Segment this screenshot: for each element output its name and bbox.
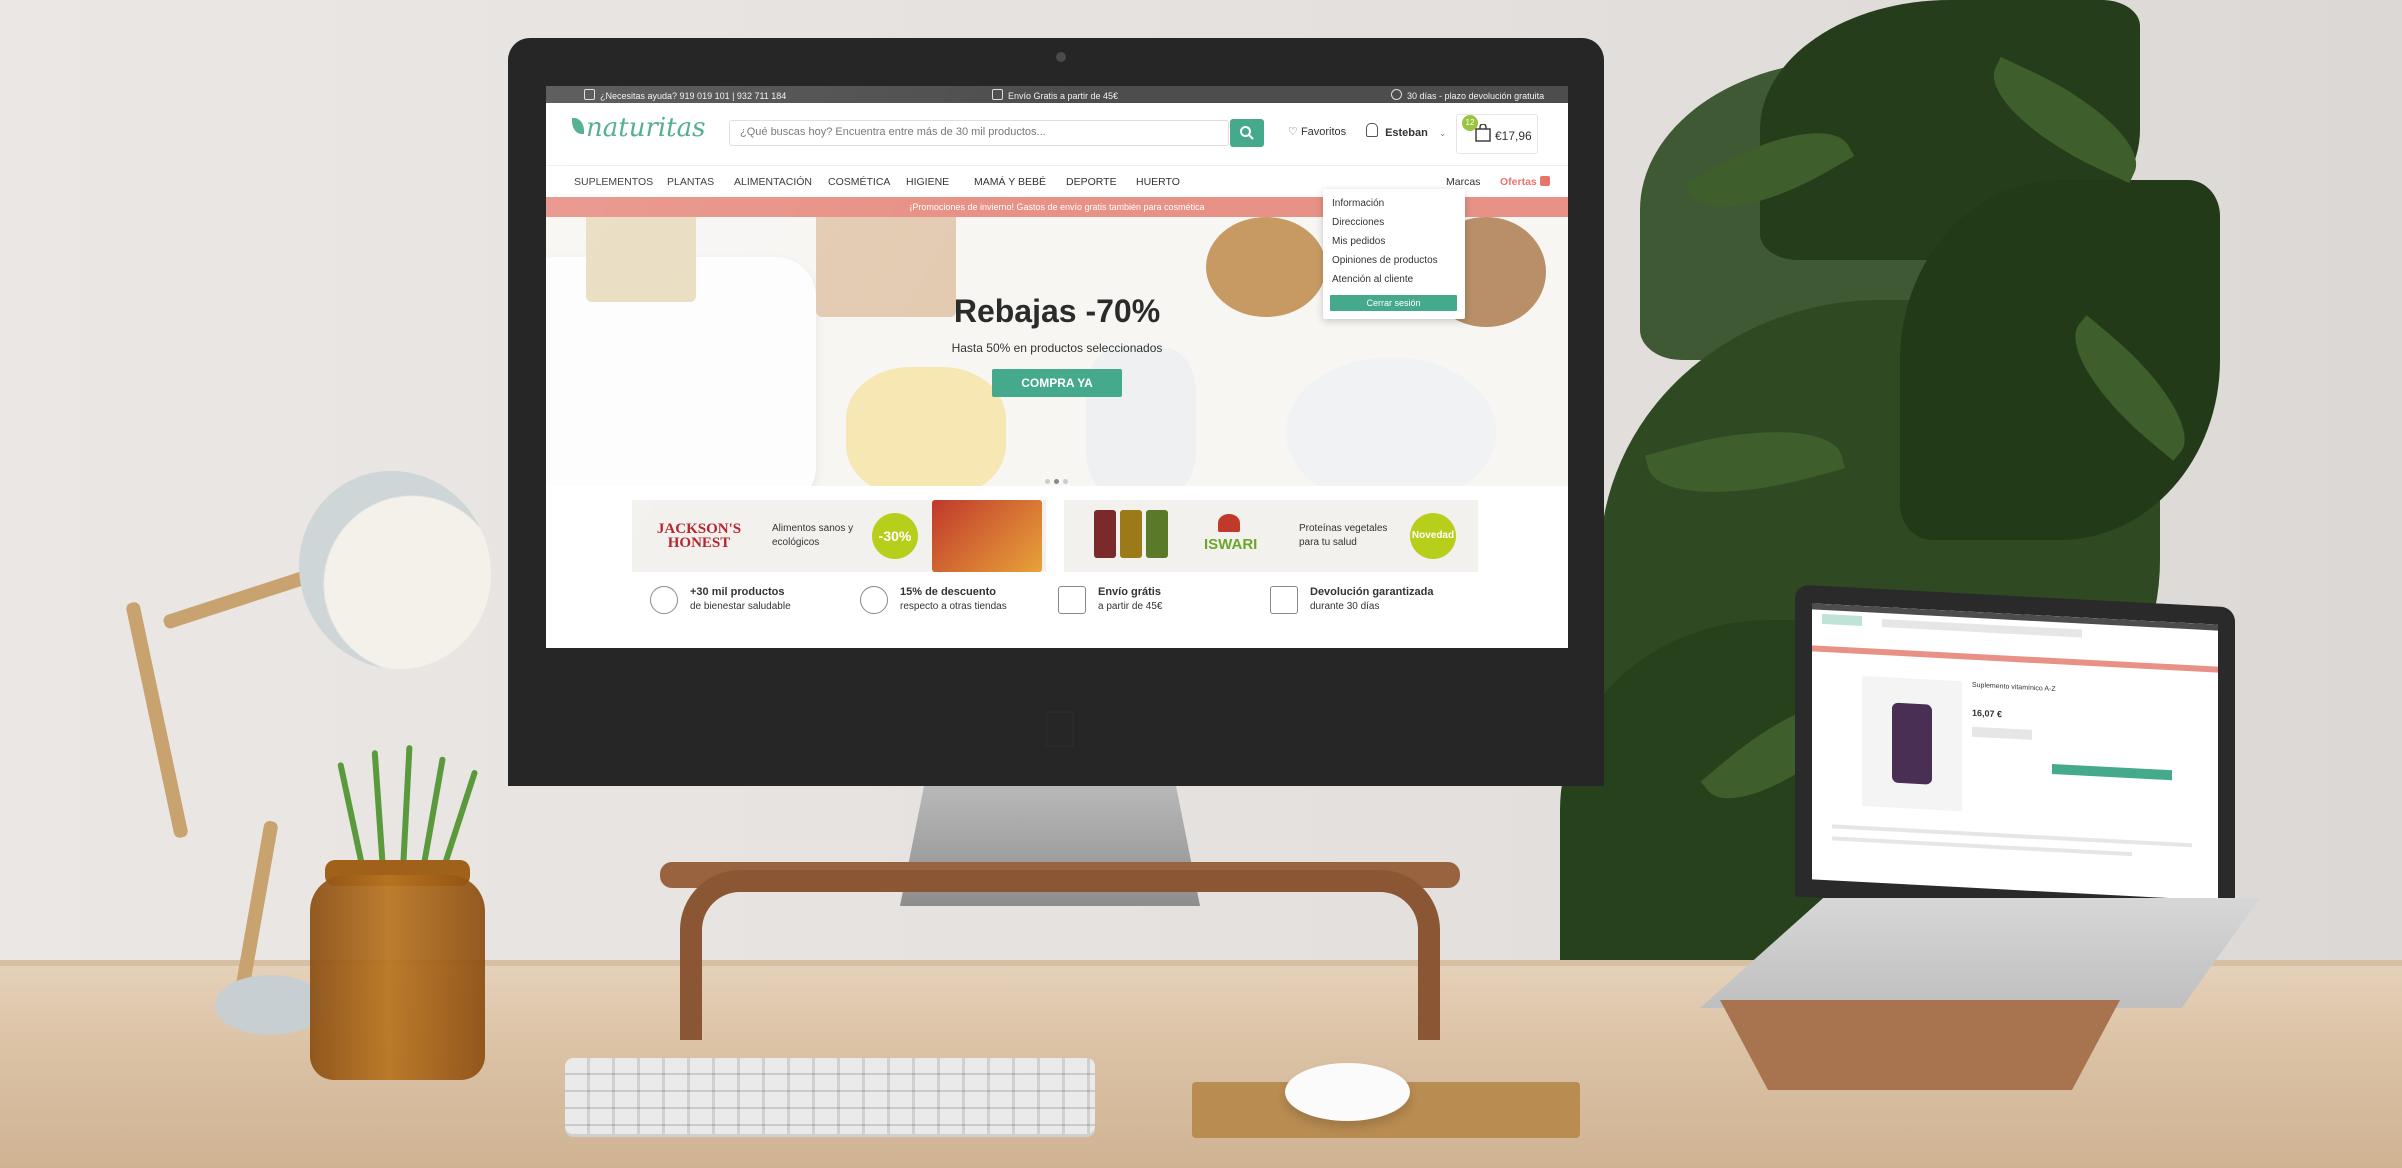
user-dropdown-menu: Información Direcciones Mis pedidos Opin… — [1323, 189, 1465, 319]
carousel-dot[interactable] — [1045, 479, 1050, 484]
feature-discount: 15% de descuento respecto a otras tienda… — [860, 582, 1030, 622]
imac-screen: ¿Necesitas ayuda? 919 019 101 | 932 711 … — [546, 86, 1568, 648]
chips-bag-image — [932, 500, 1042, 572]
search-input[interactable] — [738, 125, 1182, 139]
apple-logo-icon:  — [1040, 704, 1080, 756]
loofah-image — [846, 367, 1006, 486]
nav-item-deporte[interactable]: DEPORTE — [1066, 176, 1117, 188]
percent-badge-icon — [860, 586, 888, 614]
search-box — [729, 120, 1229, 146]
nav-item-higiene[interactable]: HIGIENE — [906, 176, 949, 188]
cart-button[interactable]: 12 €17,96 — [1456, 114, 1538, 154]
truck-icon — [992, 89, 1003, 100]
nav-item-marcas[interactable]: Marcas — [1446, 176, 1480, 188]
hero-subtitle: Hasta 50% en productos seleccionados — [951, 341, 1163, 355]
discount-badge: -30% — [872, 513, 918, 559]
menu-item-direcciones[interactable]: Direcciones — [1332, 217, 1384, 228]
camera-dot — [1056, 52, 1066, 62]
iswari-logo: ISWARI — [1204, 536, 1258, 553]
feature-products: +30 mil productos de bienestar saludable — [650, 582, 810, 622]
banner-text: Alimentos sanos y ecológicos — [772, 523, 854, 548]
cart-total: €17,96 — [1495, 129, 1532, 143]
box-icon — [1270, 586, 1298, 614]
search-icon — [1240, 126, 1254, 140]
returns-info: 30 días - plazo devolución gratuita — [1391, 89, 1544, 101]
nav-item-plantas[interactable]: PLANTAS — [667, 176, 714, 188]
feature-shipping: Envío grátis a partir de 45€ — [1058, 582, 1208, 622]
user-account-link[interactable]: Esteban ⌄ — [1366, 123, 1446, 139]
nav-item-suplementos[interactable]: SUPLEMENTOS — [574, 176, 653, 188]
nav-item-huerto[interactable]: HUERTO — [1136, 176, 1180, 188]
menu-item-atencion-cliente[interactable]: Atención al cliente — [1332, 274, 1413, 285]
hand-leaf-icon — [650, 586, 678, 614]
truck-icon — [1058, 586, 1086, 614]
site-header: naturitas ♡ Favoritos Esteban ⌄ 12 € — [546, 103, 1568, 165]
laptop-stand — [1720, 1000, 2120, 1090]
leaf-icon — [572, 118, 584, 134]
banner-text: Proteínas vegetales para tu salud — [1299, 523, 1388, 548]
bag-icon — [1475, 124, 1491, 142]
percent-icon — [1539, 176, 1550, 186]
shipping-info: Envío Gratis a partir de 45€ — [992, 89, 1118, 101]
search-button[interactable] — [1230, 119, 1264, 147]
menu-item-opiniones[interactable]: Opiniones de productos — [1332, 255, 1438, 266]
monitor-stand — [680, 870, 1440, 1040]
jacksons-logo: JACKSON'S HONEST — [656, 521, 742, 551]
logout-button[interactable]: Cerrar sesión — [1330, 295, 1457, 311]
menu-item-informacion[interactable]: Información — [1332, 198, 1384, 209]
refresh-icon — [1391, 89, 1402, 100]
shop-now-button[interactable]: COMPRA YA — [992, 369, 1122, 397]
keyboard — [565, 1058, 1095, 1134]
mouse — [1285, 1063, 1410, 1121]
help-info[interactable]: ¿Necesitas ayuda? 919 019 101 | 932 711 … — [584, 89, 786, 101]
phone-icon — [584, 89, 595, 100]
soap-image — [586, 217, 696, 302]
lotus-icon — [1218, 514, 1240, 532]
product-pack-image — [1120, 510, 1142, 558]
feature-returns: Devolución garantizada durante 30 días — [1270, 582, 1460, 622]
brand-banner-iswari[interactable]: ISWARI Proteínas vegetales para tu salud… — [1064, 500, 1478, 572]
top-info-bar: ¿Necesitas ayuda? 919 019 101 | 932 711 … — [546, 86, 1568, 103]
favorites-link[interactable]: ♡ Favoritos — [1288, 125, 1346, 138]
carousel-dot[interactable] — [1054, 479, 1059, 484]
menu-item-mis-pedidos[interactable]: Mis pedidos — [1332, 236, 1385, 247]
nav-item-ofertas[interactable]: Ofertas — [1500, 176, 1550, 188]
laptop-product-title: Suplemento vitamínico A-Z — [1972, 681, 2056, 694]
salt-jar-image — [1086, 347, 1196, 486]
heart-icon: ♡ — [1288, 126, 1298, 138]
nav-item-alimentacion[interactable]: ALIMENTACIÓN — [734, 176, 812, 188]
product-pack-image — [1094, 510, 1116, 558]
product-pack-image — [1146, 510, 1168, 558]
chevron-down-icon: ⌄ — [1438, 128, 1447, 138]
nav-item-cosmetica[interactable]: COSMÉTICA — [828, 176, 890, 188]
massager-image — [1286, 357, 1496, 486]
carousel-dot[interactable] — [1063, 479, 1068, 484]
brand-banner-jacksons[interactable]: JACKSON'S HONEST Alimentos sanos y ecoló… — [632, 500, 1046, 572]
laptop-product-price: 16,07 € — [1972, 707, 2003, 720]
carousel-dots — [1043, 471, 1070, 486]
user-icon — [1366, 123, 1378, 137]
laptop-screen: Suplemento vitamínico A-Z 16,07 € — [1812, 603, 2218, 901]
new-badge: Novedad — [1410, 513, 1456, 559]
site-logo[interactable]: naturitas — [572, 113, 705, 143]
nav-item-mama-bebe[interactable]: MAMÁ Y BEBÉ — [974, 176, 1046, 188]
